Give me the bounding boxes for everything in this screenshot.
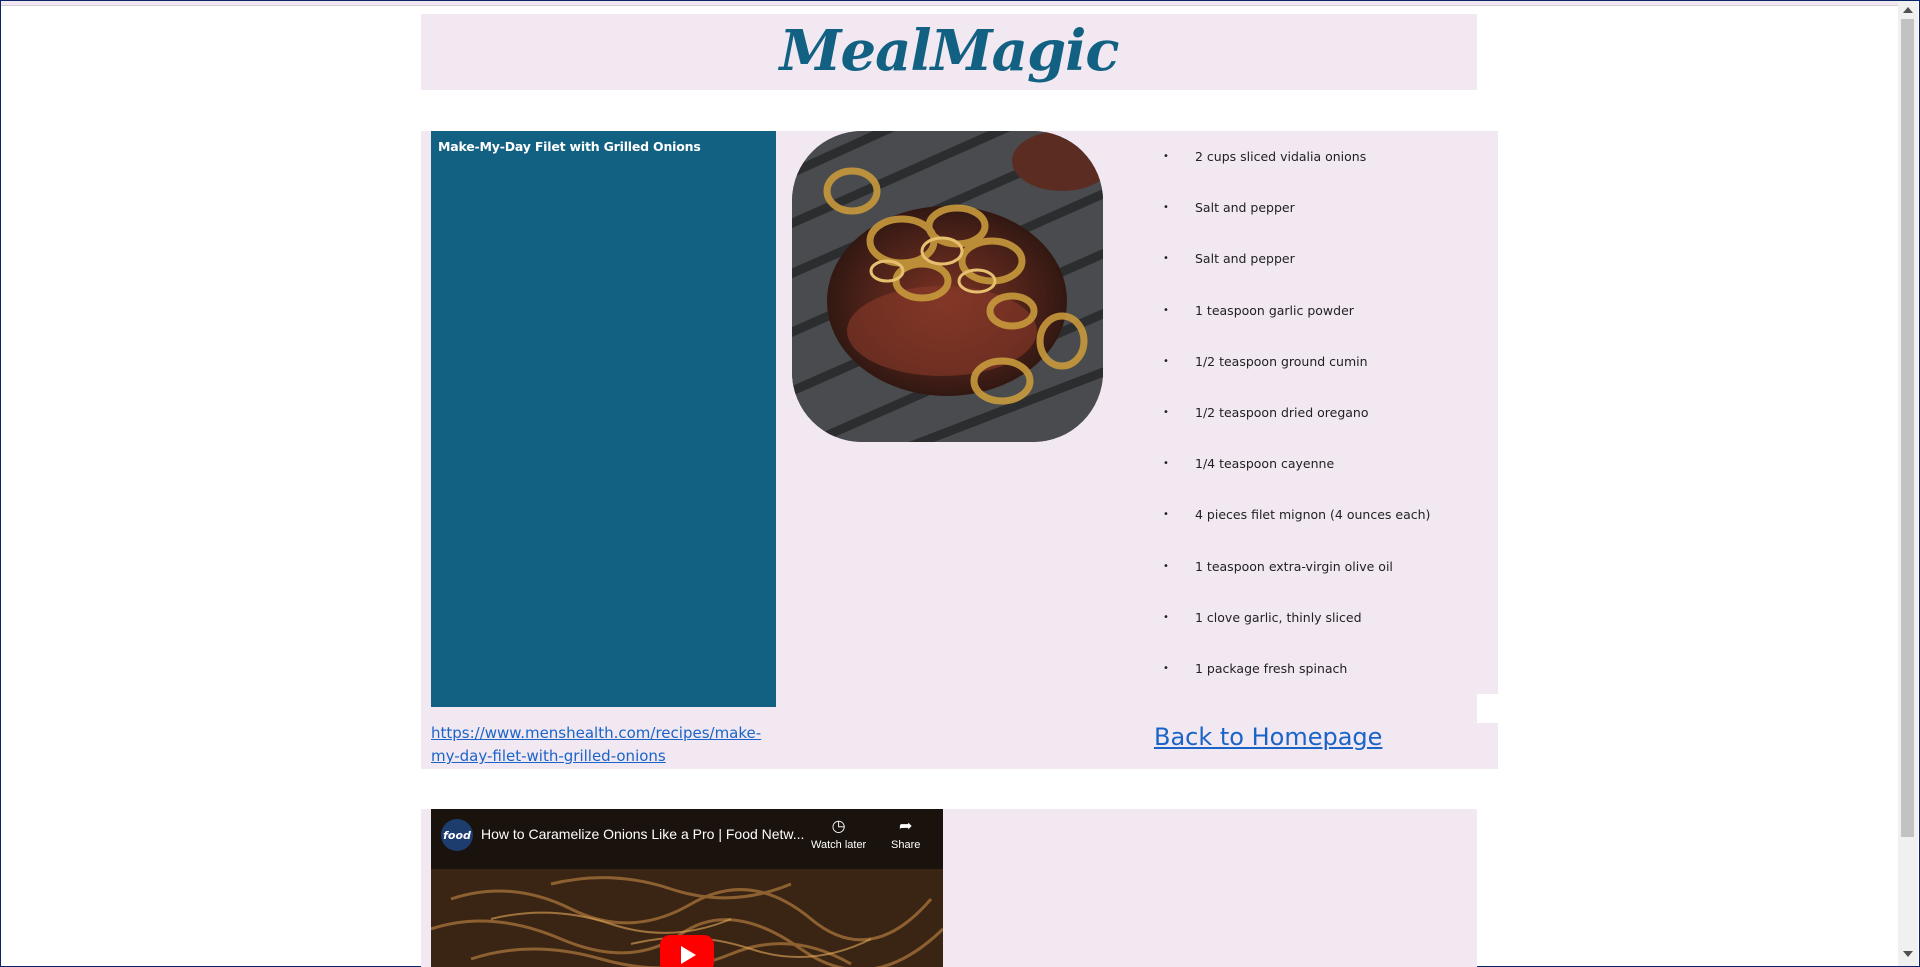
ingredient-text: 1 clove garlic, thinly sliced — [1195, 609, 1362, 625]
ingredient-list: • 2 cups sliced vidalia onions • Salt and … — [1163, 131, 1483, 694]
ingredient-item: • 1 teaspoon extra-virgin olive oil — [1163, 541, 1483, 592]
vertical-scrollbar[interactable] — [1898, 1, 1918, 966]
ingredient-text: 1/2 teaspoon ground cumin — [1195, 353, 1368, 369]
play-button[interactable] — [660, 935, 714, 967]
ingredient-item: • 1/4 teaspoon cayenne — [1163, 438, 1483, 489]
clock-icon: ◷ — [831, 818, 846, 835]
source-link[interactable]: https://www.menshealth.com/recipes/make-… — [431, 722, 781, 768]
site-header: MealMagic — [421, 14, 1477, 90]
video-title[interactable]: How to Caramelize Onions Like a Pro | Fo… — [481, 826, 804, 842]
bullet: • — [1163, 151, 1169, 162]
ingredient-text: 1 package fresh spinach — [1195, 660, 1348, 676]
ingredient-text: 4 pieces filet mignon (4 ounces each) — [1195, 507, 1431, 523]
bullet: • — [1163, 662, 1169, 674]
top-strip — [1, 1, 1898, 6]
share-icon: ➦ — [898, 818, 913, 835]
back-to-homepage-link[interactable]: Back to Homepage — [1154, 723, 1382, 751]
recipe-title: Make-My-Day Filet with Grilled Onions — [438, 139, 701, 154]
watch-later-label: Watch later — [811, 839, 867, 851]
ingredient-item: • 1 package fresh spinach — [1163, 643, 1483, 694]
bullet: • — [1163, 355, 1169, 367]
ingredient-item: • 1 clove garlic, thinly sliced — [1163, 592, 1483, 643]
share-button[interactable]: ➦ Share — [891, 818, 921, 852]
recipe-card: Make-My-Day Filet with Grilled Onions — [431, 131, 776, 707]
bullet: • — [1163, 509, 1169, 521]
bullet: • — [1163, 253, 1169, 265]
scroll-up-icon[interactable] — [1903, 7, 1913, 13]
panel-gap — [1477, 694, 1498, 723]
ingredient-text: 1/4 teaspoon cayenne — [1195, 456, 1335, 472]
steak-image — [792, 131, 1103, 442]
ingredient-item: • 1/2 teaspoon dried oregano — [1163, 387, 1483, 438]
ingredient-text: Salt and pepper — [1195, 251, 1295, 267]
share-label: Share — [891, 839, 921, 851]
ingredient-item: • 1 teaspoon garlic powder — [1163, 285, 1483, 336]
ingredient-item: • Salt and pepper — [1163, 182, 1483, 233]
video-embed[interactable]: food How to Caramelize Onions Like a Pro… — [431, 809, 943, 967]
bullet: • — [1163, 560, 1169, 572]
ingredient-item: • Salt and pepper — [1163, 233, 1483, 284]
bullet: • — [1163, 611, 1169, 623]
bullet: • — [1163, 202, 1169, 214]
scroll-thumb[interactable] — [1901, 19, 1914, 837]
bullet: • — [1163, 406, 1169, 418]
bullet: • — [1163, 458, 1169, 470]
ingredient-text: 2 cups sliced vidalia onions — [1195, 149, 1367, 164]
ingredient-text: 1 teaspoon extra-virgin olive oil — [1195, 558, 1393, 574]
recipe-photo — [792, 131, 1103, 442]
ingredient-text: Salt and pepper — [1195, 200, 1295, 216]
ingredient-text: 1 teaspoon garlic powder — [1195, 302, 1354, 318]
site-logo[interactable]: MealMagic — [421, 18, 1477, 84]
ingredient-item: • 2 cups sliced vidalia onions — [1163, 131, 1483, 182]
scroll-down-icon[interactable] — [1903, 951, 1913, 957]
ingredient-item: • 4 pieces filet mignon (4 ounces each) — [1163, 489, 1483, 540]
ingredient-text: 1/2 teaspoon dried oregano — [1195, 404, 1369, 420]
bullet: • — [1163, 304, 1169, 316]
watch-later-button[interactable]: ◷ Watch later — [811, 818, 867, 852]
ingredient-item: • 1/2 teaspoon ground cumin — [1163, 336, 1483, 387]
channel-avatar[interactable]: food — [441, 819, 473, 851]
